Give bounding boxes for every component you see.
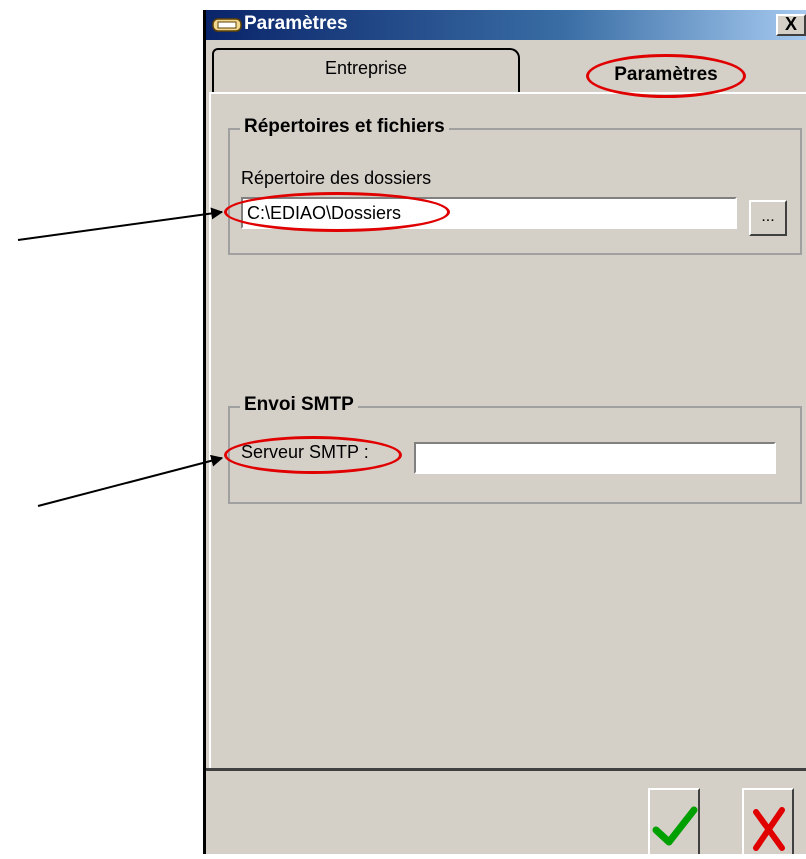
annotation-arrows [17,207,224,507]
annotation-arrow-smtp [37,454,224,507]
annotation-arrow-path [17,207,224,241]
